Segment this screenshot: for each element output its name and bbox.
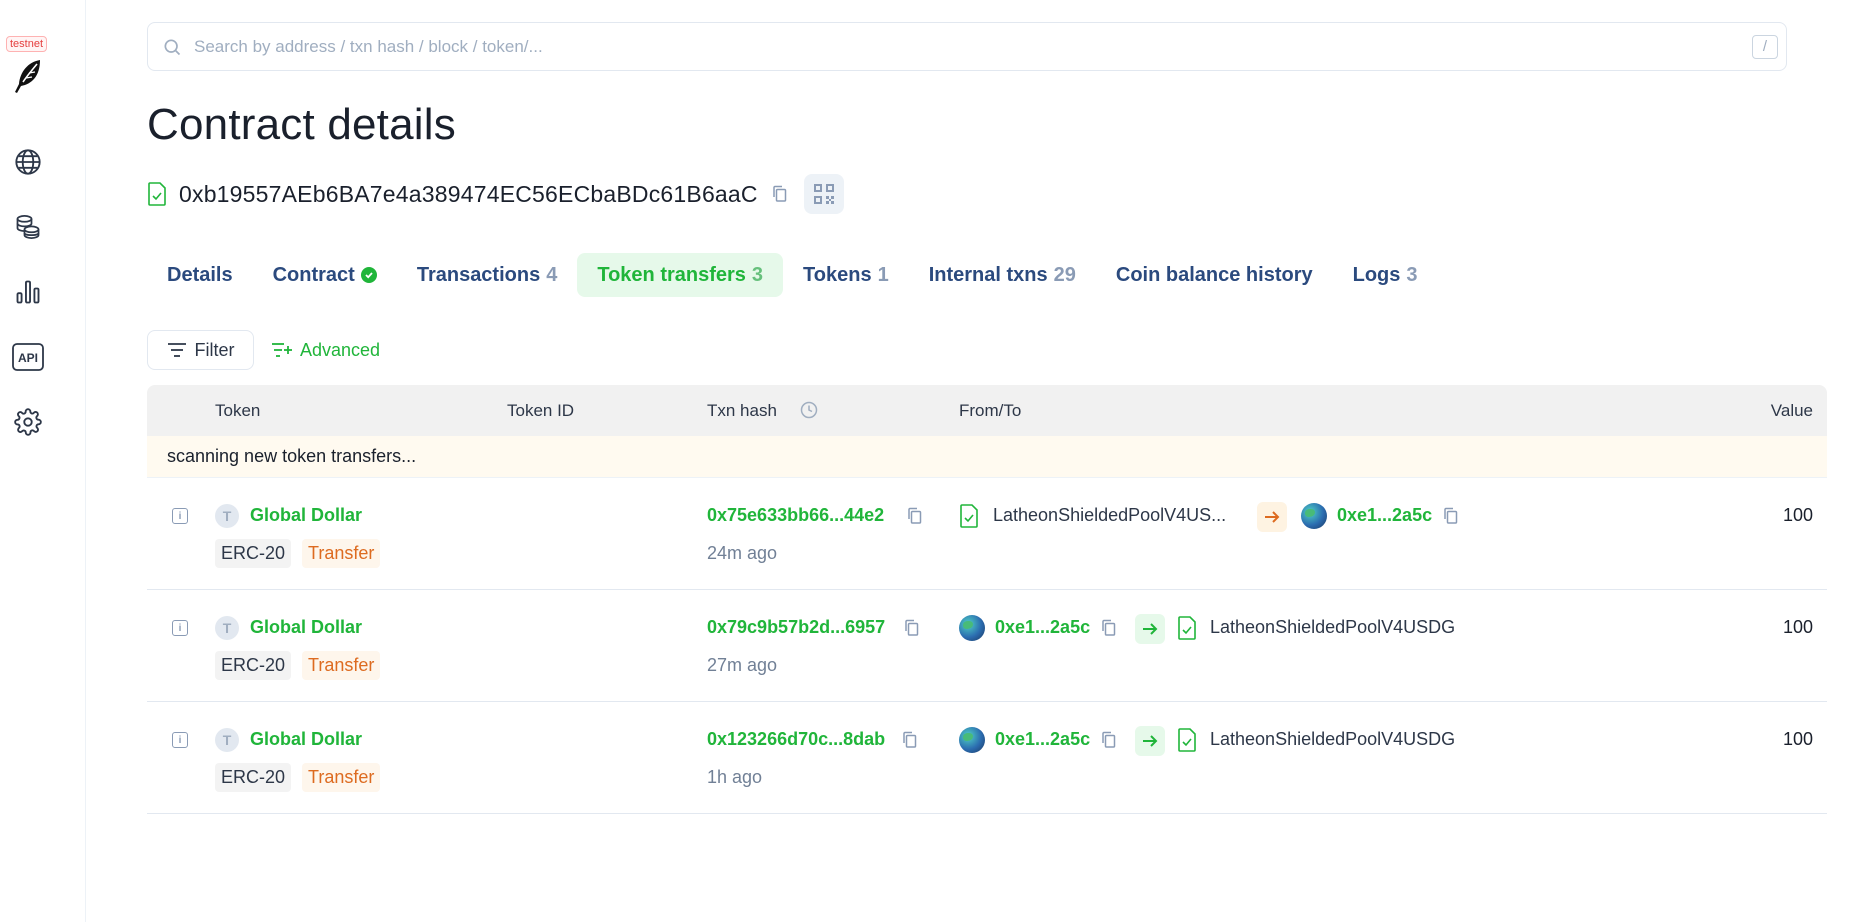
search-bar[interactable]: / — [147, 22, 1787, 71]
table-row: i T Global Dollar ERC-20 Transfer 0x75e6… — [147, 478, 1827, 590]
contract-file-icon — [959, 504, 979, 533]
txn-hash-link[interactable]: 0x79c9b57b2d...6957 — [707, 617, 885, 638]
tab-token-transfers[interactable]: Token transfers 3 — [577, 253, 784, 297]
info-icon[interactable]: i — [172, 508, 188, 524]
gear-icon[interactable] — [12, 406, 44, 438]
token-link[interactable]: Global Dollar — [250, 617, 362, 638]
earth-avatar-icon — [1301, 503, 1327, 529]
contract-address-row: 0xb19557AEb6BA7e4a389474EC56ECbaBDc61B6a… — [147, 174, 844, 214]
clock-icon[interactable] — [800, 401, 818, 424]
tab-tokens[interactable]: Tokens 1 — [783, 253, 909, 297]
verified-check-icon — [360, 267, 377, 283]
copy-icon[interactable] — [902, 731, 918, 749]
contract-file-icon — [148, 182, 166, 206]
api-icon[interactable]: API — [12, 341, 44, 373]
token-link[interactable]: Global Dollar — [250, 729, 362, 750]
token-avatar: T — [215, 728, 239, 752]
transfer-value: 100 — [1782, 729, 1813, 749]
copy-icon[interactable] — [772, 185, 788, 203]
globe-icon[interactable] — [12, 146, 44, 178]
bar-chart-icon[interactable] — [12, 276, 44, 308]
search-shortcut-key: / — [1752, 34, 1778, 59]
copy-icon[interactable] — [907, 507, 923, 525]
from-address[interactable]: 0xe1...2a5c — [995, 729, 1090, 750]
transfer-type-tag: Transfer — [302, 539, 381, 568]
search-input[interactable] — [194, 36, 1752, 57]
filter-button[interactable]: Filter — [147, 330, 254, 370]
scanning-notice: scanning new token transfers... — [147, 436, 1827, 478]
logo-feather-icon[interactable] — [10, 56, 46, 96]
tab-transactions[interactable]: Transactions 4 — [397, 253, 578, 297]
to-address[interactable]: LatheonShieldedPoolV4USDG — [1210, 729, 1455, 750]
arrow-right-icon — [1257, 502, 1287, 532]
advanced-filter-icon — [272, 343, 292, 357]
qr-code-icon — [813, 184, 834, 204]
coins-icon[interactable] — [12, 211, 44, 243]
contract-address: 0xb19557AEb6BA7e4a389474EC56ECbaBDc61B6a… — [179, 180, 758, 207]
testnet-badge: testnet — [6, 36, 48, 52]
copy-icon[interactable] — [1101, 731, 1117, 749]
token-avatar: T — [215, 616, 239, 640]
from-address[interactable]: LatheonShieldedPoolV4US... — [993, 505, 1226, 526]
txn-age: 27m ago — [707, 655, 778, 675]
to-address[interactable]: LatheonShieldedPoolV4USDG — [1210, 617, 1455, 638]
advanced-filter-link[interactable]: Advanced — [271, 330, 380, 370]
earth-avatar-icon — [959, 615, 985, 641]
token-link[interactable]: Global Dollar — [250, 505, 362, 526]
earth-avatar-icon — [959, 727, 985, 753]
transfer-type-tag: Transfer — [302, 763, 381, 792]
copy-icon[interactable] — [1101, 619, 1117, 637]
sidebar: testnet API — [0, 0, 86, 922]
transfer-value: 100 — [1782, 505, 1813, 525]
svg-text:API: API — [18, 351, 38, 365]
tab-coin-balance-history[interactable]: Coin balance history — [1096, 253, 1333, 297]
tab-internal-txns[interactable]: Internal txns 29 — [909, 253, 1096, 297]
txn-age: 24m ago — [707, 543, 778, 563]
txn-hash-link[interactable]: 0x123266d70c...8dab — [707, 729, 885, 750]
arrow-right-icon — [1135, 726, 1165, 756]
token-standard-tag: ERC-20 — [215, 651, 292, 680]
copy-icon[interactable] — [1443, 507, 1459, 525]
copy-icon[interactable] — [904, 619, 920, 637]
tab-contract[interactable]: Contract — [253, 253, 397, 297]
col-token-id: Token ID — [507, 401, 575, 420]
from-address[interactable]: 0xe1...2a5c — [995, 617, 1090, 638]
tab-logs[interactable]: Logs 3 — [1333, 253, 1438, 297]
col-token: Token — [215, 401, 261, 420]
table-row: i T Global Dollar ERC-20 Transfer 0x1232… — [147, 702, 1827, 814]
transfer-type-tag: Transfer — [302, 651, 381, 680]
col-value: Value — [1770, 401, 1813, 420]
token-avatar: T — [215, 504, 239, 528]
txn-hash-link[interactable]: 0x75e633bb66...44e2 — [707, 505, 884, 526]
search-icon — [164, 39, 181, 55]
contract-file-icon — [1177, 616, 1197, 645]
txn-age: 1h ago — [707, 767, 763, 787]
table-row: i T Global Dollar ERC-20 Transfer 0x79c9… — [147, 590, 1827, 702]
tab-details[interactable]: Details — [147, 253, 253, 297]
tab-bar: Details Contract Transactions 4 Token tra… — [147, 253, 1438, 297]
token-standard-tag: ERC-20 — [215, 539, 292, 568]
col-txn-hash: Txn hash — [707, 401, 777, 420]
info-icon[interactable]: i — [172, 620, 188, 636]
col-from-to: From/To — [959, 401, 1022, 420]
table-header: Token Token ID Txn hash From/To Value — [147, 385, 1827, 436]
transfer-value: 100 — [1782, 617, 1813, 637]
contract-file-icon — [1177, 728, 1197, 757]
to-address[interactable]: 0xe1...2a5c — [1337, 505, 1432, 526]
qr-code-button[interactable] — [803, 174, 844, 214]
filter-icon — [167, 343, 186, 357]
arrow-right-icon — [1135, 614, 1165, 644]
info-icon[interactable]: i — [172, 732, 188, 748]
page-title: Contract details — [147, 100, 456, 149]
token-standard-tag: ERC-20 — [215, 763, 292, 792]
